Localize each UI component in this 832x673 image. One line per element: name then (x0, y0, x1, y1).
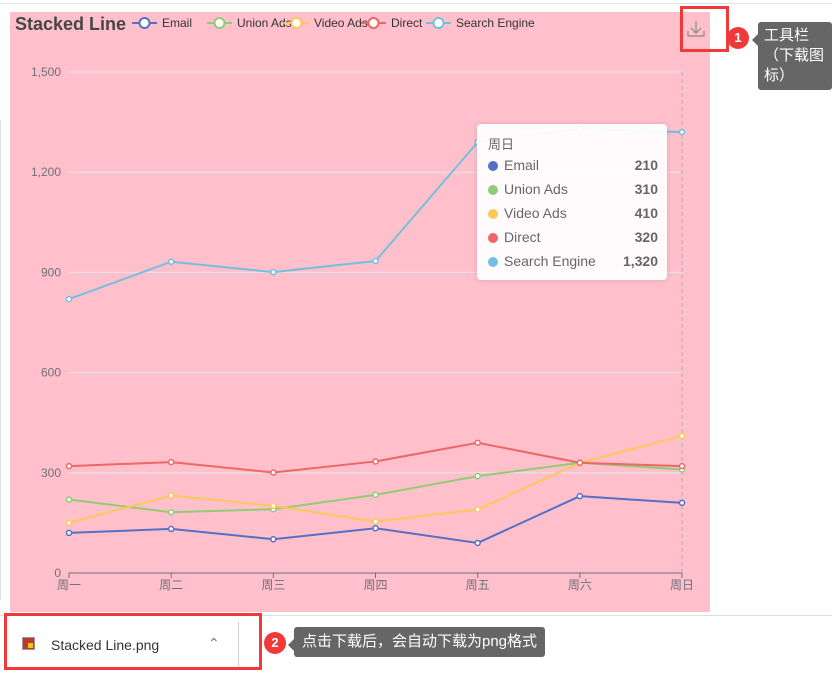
tooltip-series-name: Video Ads (504, 205, 567, 221)
chart-title: Stacked Line (15, 14, 126, 34)
series-dot (488, 209, 498, 219)
tooltip-title: 周日 (488, 137, 515, 152)
y-tick-label: 1,200 (31, 165, 61, 179)
tooltip-series-name: Email (504, 157, 540, 173)
chart-container: 0 300 600 900 1,200 1,500 周一 周二 周三 周四 周五 周六 周日 Stacke… (10, 12, 710, 612)
data-point (678, 462, 686, 470)
tooltip-value: 210 (634, 157, 658, 173)
legend-item[interactable]: Email (132, 16, 192, 30)
data-point (167, 458, 175, 466)
line-chart: 03006009001,2001,500周一 周二 周三 周四 周五 周六 周日Stacke… (15, 14, 694, 592)
data-point (474, 439, 481, 446)
legend-marker (213, 17, 226, 29)
data-point (270, 469, 277, 476)
tooltip-value: 310 (634, 181, 658, 197)
data-point (474, 472, 481, 480)
legend-item[interactable]: Search Engine (426, 16, 535, 30)
x-tick-label: 周五 (466, 578, 490, 592)
data-point (167, 525, 175, 533)
data-point (372, 458, 379, 465)
data-point (65, 462, 73, 470)
data-point (678, 128, 686, 136)
series-line (68, 461, 683, 514)
step-badge: 2 (264, 632, 286, 654)
series-dot (488, 185, 498, 195)
data-point (65, 295, 73, 303)
legend-item[interactable]: Video Ads (284, 16, 368, 30)
legend-label: Union Ads (237, 16, 292, 30)
legend-label: Search Engine (456, 16, 535, 30)
highlight-box (680, 6, 729, 52)
x-tick-label: 周日 (670, 578, 694, 592)
series-dot (488, 233, 498, 243)
tooltip-row: Video Ads 410 (488, 204, 658, 224)
data-point (65, 529, 73, 537)
x-tick-label: 周六 (568, 578, 592, 592)
data-point (167, 258, 175, 265)
data-point (678, 499, 686, 507)
legend-label: Email (162, 16, 192, 30)
series-dot (488, 161, 498, 171)
y-tick-label: 900 (41, 265, 61, 279)
data-point (167, 492, 175, 499)
data-point (372, 524, 379, 532)
callout-download: 点击下载后，会自动下载为png格式 (287, 627, 546, 657)
x-tick-label: 周一 (57, 578, 81, 592)
y-tick-label: 600 (41, 366, 61, 380)
tooltip-row: Search Engine 1,320 (488, 252, 658, 272)
tooltip-series-name: Union Ads (504, 181, 568, 197)
tooltip-value: 320 (634, 229, 658, 245)
tooltip-row: Union Ads 310 (488, 180, 658, 200)
tooltip-value: 1,320 (622, 253, 658, 269)
x-tick-label: 周四 (363, 578, 387, 592)
data-point (167, 508, 175, 516)
page-border (0, 3, 832, 4)
data-point (270, 502, 277, 510)
y-tick-label: 1,500 (31, 65, 61, 79)
callout-toolbox: 工具栏（下载图标） (752, 22, 832, 90)
legend-item[interactable]: Union Ads (207, 16, 292, 30)
data-point (65, 496, 73, 503)
data-point (576, 492, 584, 500)
data-point (65, 519, 73, 527)
tooltip: 周日 Email 210 Union Ads 310 Video Ads 410 Direc… (477, 124, 667, 280)
x-tick-label: 周二 (159, 578, 183, 592)
data-point (474, 506, 481, 513)
tooltip-row: Direct 320 (488, 228, 658, 248)
page-border (0, 120, 1, 600)
x-tick-label: 周三 (261, 578, 285, 592)
legend-label: Direct (391, 16, 423, 30)
data-point (474, 539, 481, 547)
data-point (270, 536, 277, 543)
series-dot (488, 257, 498, 267)
tooltip-series-name: Direct (504, 229, 541, 245)
legend-marker (138, 17, 151, 29)
highlight-box (4, 613, 262, 670)
legend-item[interactable]: Direct (361, 16, 423, 30)
tooltip-row: Email 210 (488, 156, 658, 176)
legend-marker (290, 17, 303, 29)
series-line (68, 435, 683, 524)
step-badge: 1 (727, 27, 749, 49)
legend-marker (432, 17, 445, 29)
data-point (372, 491, 379, 499)
data-point (270, 268, 277, 276)
y-tick-label: 300 (41, 466, 61, 480)
legend-label: Video Ads (314, 16, 368, 30)
tooltip-series-name: Search Engine (504, 253, 596, 269)
tooltip-value: 410 (634, 205, 658, 221)
data-point (372, 257, 379, 265)
series-line (68, 441, 683, 474)
data-point (678, 432, 686, 440)
data-point (372, 518, 379, 525)
legend-marker (367, 17, 380, 29)
data-point (576, 459, 584, 467)
